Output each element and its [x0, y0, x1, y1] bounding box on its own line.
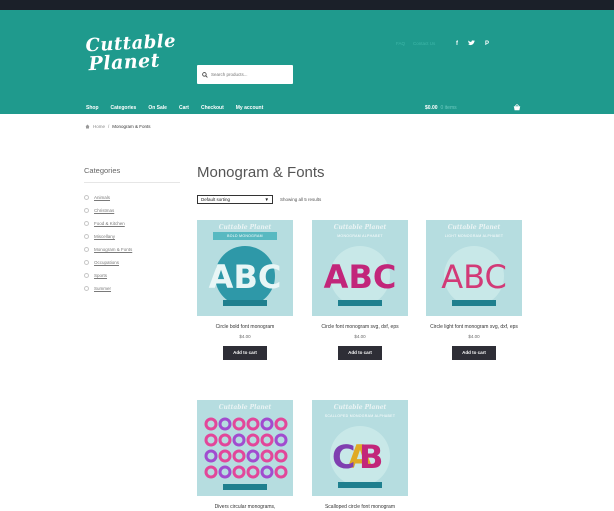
nav-on-sale[interactable]: On Sale: [148, 105, 167, 111]
sidebar-item-label: Occupations: [94, 260, 120, 265]
cart-amount: $0.00: [425, 105, 438, 111]
sidebar-item-label: Miscellany: [94, 234, 116, 239]
sidebar-item-sports[interactable]: Sports: [84, 269, 180, 282]
pinterest-icon[interactable]: P: [485, 40, 489, 49]
product-image[interactable]: ABC Cuttable Planet BOLD MONOGRAM: [197, 220, 293, 316]
sort-value: Default sorting: [201, 197, 231, 202]
thumb-brand: Cuttable Planet: [333, 404, 387, 411]
breadcrumb-separator: /: [108, 124, 110, 129]
bullet-icon: [84, 195, 89, 200]
product-name[interactable]: Circle font monogram svg, dxf, eps: [312, 324, 408, 331]
main-navigation: Shop Categories On Sale Cart Checkout My…: [86, 105, 263, 111]
page-title: Monogram & Fonts: [197, 164, 325, 181]
breadcrumb-current: Monogram & Fonts: [112, 124, 151, 129]
svg-text:ABC: ABC: [324, 258, 397, 296]
product-image[interactable]: A B C Cuttable Planet SCALLOPED MONOGRAM…: [312, 400, 408, 496]
sidebar-item-label: Sports: [94, 273, 108, 278]
facebook-icon[interactable]: f: [456, 40, 458, 49]
social-links: f P: [456, 40, 489, 49]
basket-icon[interactable]: [513, 103, 521, 111]
sidebar-item-occupations[interactable]: Occupations: [84, 256, 180, 269]
nav-cart[interactable]: Cart: [179, 105, 189, 111]
sidebar-item-label: Animals: [94, 195, 111, 200]
thumb-subtitle: BOLD MONOGRAM: [227, 234, 263, 238]
svg-text:ABC: ABC: [209, 258, 282, 296]
top-links: FAQ Contact Us: [396, 41, 435, 46]
add-to-cart-button[interactable]: Add to cart: [223, 346, 267, 360]
svg-text:ABC: ABC: [441, 258, 507, 296]
thumb-brand: Cuttable Planet: [333, 224, 387, 231]
search-input[interactable]: [211, 72, 281, 77]
sidebar-item-label: Monogram & Fonts: [94, 247, 133, 252]
product-card: ABC Cuttable Planet BOLD MONOGRAM Circle…: [197, 220, 293, 360]
product-price: $4.00: [354, 334, 366, 339]
svg-text:B: B: [359, 438, 383, 476]
sort-select[interactable]: Default sorting ▼: [197, 195, 273, 204]
sidebar-item-label: Christmas: [94, 208, 115, 213]
cart-item-count: 0 items: [440, 105, 457, 111]
thumb-subtitle: MONOGRAM ALPHABET: [337, 234, 383, 238]
cart-total[interactable]: $0.00 0 items: [425, 105, 457, 111]
bullet-icon: [84, 234, 89, 239]
bullet-icon: [84, 208, 89, 213]
search-box[interactable]: [197, 65, 293, 84]
sidebar-item-label: Food & Kitchen: [94, 221, 125, 226]
site-header: Cuttable Planet FAQ Contact Us f P Shop …: [0, 10, 614, 114]
thumb-brand: Cuttable Planet: [218, 404, 272, 411]
product-card: Cuttable Planet Divers circular monogram…: [197, 400, 293, 511]
sidebar-heading: Categories: [84, 166, 180, 183]
sidebar-item-monogram-fonts[interactable]: Monogram & Fonts: [84, 243, 180, 256]
bullet-icon: [84, 247, 89, 252]
nav-shop[interactable]: Shop: [86, 105, 99, 111]
logo-line-2: Planet: [87, 49, 161, 76]
add-to-cart-button[interactable]: Add to cart: [452, 346, 496, 360]
breadcrumb-home[interactable]: Home: [93, 124, 105, 129]
sidebar-item-summer[interactable]: Summer: [84, 282, 180, 295]
nav-checkout[interactable]: Checkout: [201, 105, 224, 111]
product-price: $4.00: [239, 334, 251, 339]
twitter-icon[interactable]: [468, 40, 475, 49]
product-name[interactable]: Circle light font monogram svg, dxf, eps: [426, 324, 522, 331]
thumb-brand: Cuttable Planet: [218, 224, 272, 231]
sidebar-item-label: Summer: [94, 286, 112, 291]
chevron-down-icon: ▼: [264, 197, 269, 202]
sidebar-item-miscellany[interactable]: Miscellany: [84, 230, 180, 243]
nav-my-account[interactable]: My account: [236, 105, 264, 111]
sidebar-item-christmas[interactable]: Christmas: [84, 204, 180, 217]
product-image[interactable]: ABC Cuttable Planet MONOGRAM ALPHABET: [312, 220, 408, 316]
thumb-subtitle: SCALLOPED MONOGRAM ALPHABET: [324, 414, 396, 418]
top-strip: [0, 0, 614, 10]
site-logo[interactable]: Cuttable Planet: [85, 31, 177, 76]
product-card: A B C Cuttable Planet SCALLOPED MONOGRAM…: [312, 400, 408, 511]
product-price: $4.00: [468, 334, 480, 339]
results-count: Showing all 5 results: [280, 197, 322, 202]
product-card: ABC Cuttable Planet LIGHT MONOGRAM ALPHA…: [426, 220, 522, 360]
nav-categories[interactable]: Categories: [111, 105, 137, 111]
breadcrumb: Home / Monogram & Fonts: [85, 124, 151, 129]
search-icon: [202, 71, 208, 78]
bullet-icon: [84, 273, 89, 278]
product-name[interactable]: Scalloped circle font monogram: [312, 504, 408, 511]
svg-text:C: C: [332, 438, 355, 476]
thumb-subtitle: LIGHT MONOGRAM ALPHABET: [444, 234, 504, 238]
circular-monograms-image: [204, 417, 288, 490]
sidebar-item-food-kitchen[interactable]: Food & Kitchen: [84, 217, 180, 230]
category-sidebar: Categories Animals Christmas Food & Kitc…: [84, 166, 180, 295]
toplink-contact[interactable]: Contact Us: [413, 41, 435, 46]
product-name[interactable]: Circle bold font monogram: [197, 324, 293, 331]
bullet-icon: [84, 221, 89, 226]
product-card: ABC Cuttable Planet MONOGRAM ALPHABET Ci…: [312, 220, 408, 360]
thumb-brand: Cuttable Planet: [447, 224, 501, 231]
sidebar-item-animals[interactable]: Animals: [84, 191, 180, 204]
bullet-icon: [84, 286, 89, 291]
toplink-faq[interactable]: FAQ: [396, 41, 405, 46]
product-name[interactable]: Divers circular monograms,: [197, 504, 293, 511]
add-to-cart-button[interactable]: Add to cart: [338, 346, 382, 360]
product-image[interactable]: Cuttable Planet: [197, 400, 293, 496]
bullet-icon: [84, 260, 89, 265]
home-icon: [85, 124, 90, 129]
product-image[interactable]: ABC Cuttable Planet LIGHT MONOGRAM ALPHA…: [426, 220, 522, 316]
